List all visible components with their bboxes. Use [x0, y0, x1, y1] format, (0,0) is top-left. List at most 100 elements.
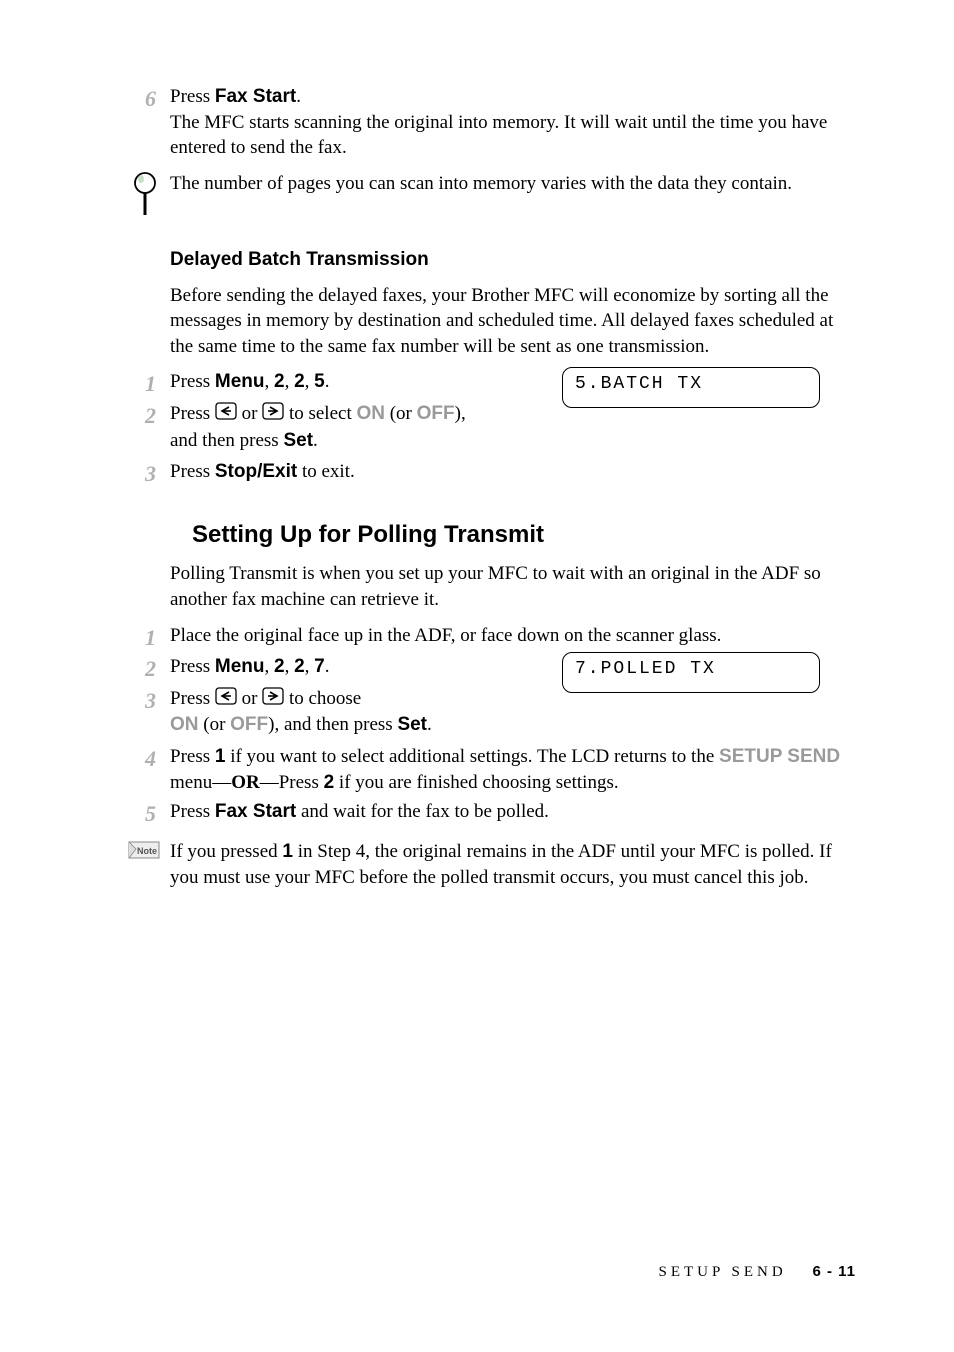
step-number: 1 — [120, 369, 170, 399]
step-number: 2 — [120, 401, 170, 431]
key-1: 1 — [215, 746, 226, 767]
lcd-display-polled: 7.POLLED TX — [562, 652, 820, 692]
fax-start-label: Fax Start — [215, 86, 296, 107]
step-body: Press or to select ON (or OFF), and then… — [170, 401, 550, 453]
lcd-display-batch: 5.BATCH TX — [562, 367, 820, 407]
text: Press — [170, 403, 215, 424]
step-number: 5 — [120, 799, 170, 829]
key-2: 2 — [274, 656, 285, 677]
step-6: 6 Press Fax Start. The MFC starts scanni… — [120, 84, 856, 161]
key-2: 2 — [294, 371, 305, 392]
polling-step-4: 4 Press 1 if you want to select addition… — [120, 744, 856, 795]
text: , — [305, 656, 315, 677]
text: (or — [385, 403, 417, 424]
text: Press — [170, 461, 215, 482]
polling-heading: Setting Up for Polling Transmit — [192, 519, 856, 551]
text: Press — [170, 688, 215, 709]
text: ), and then press — [268, 714, 397, 735]
stop-exit-label: Stop/Exit — [215, 461, 297, 482]
footer-page: 6 - 11 — [812, 1263, 856, 1280]
text: or — [237, 688, 262, 709]
memory-note: The number of pages you can scan into me… — [120, 171, 856, 217]
polling-note: Note If you pressed 1 in Step 4, the ori… — [120, 839, 856, 890]
fax-start-label: Fax Start — [215, 801, 296, 822]
text: (or — [199, 714, 231, 735]
text: menu— — [170, 772, 231, 793]
step-body: Place the original face up in the ADF, o… — [170, 623, 856, 649]
left-arrow-icon — [215, 687, 237, 713]
or-label: OR — [231, 772, 260, 793]
polling-step-5: 5 Press Fax Start and wait for the fax t… — [120, 799, 856, 829]
note-icon: Note — [120, 839, 170, 863]
text: . — [325, 656, 330, 677]
step-number: 2 — [120, 654, 170, 684]
text: . — [427, 714, 432, 735]
off-label: OFF — [417, 403, 455, 424]
step-body: Press Fax Start. The MFC starts scanning… — [170, 84, 856, 161]
text: If you pressed — [170, 841, 282, 862]
text: Press — [170, 801, 215, 822]
step-number: 3 — [120, 459, 170, 489]
delayed-step-2: 2 Press or to select ON (or OFF), and th… — [120, 401, 856, 453]
step-number: 4 — [120, 744, 170, 774]
text: The MFC starts scanning the original int… — [170, 112, 827, 159]
key-5: 5 — [314, 371, 325, 392]
menu-label: Menu — [215, 656, 265, 677]
text: . — [296, 86, 301, 107]
text: and then press — [170, 430, 283, 451]
set-label: Set — [283, 430, 313, 451]
note-text: The number of pages you can scan into me… — [170, 171, 856, 197]
delayed-batch-heading: Delayed Batch Transmission — [170, 247, 856, 273]
step-body: Press 1 if you want to select additional… — [170, 744, 856, 795]
polling-step-1: 1 Place the original face up in the ADF,… — [120, 623, 856, 653]
menu-label: Menu — [215, 371, 265, 392]
text: . — [313, 430, 318, 451]
key-1: 1 — [282, 841, 293, 862]
page: 6 Press Fax Start. The MFC starts scanni… — [0, 0, 954, 1352]
text: if you want to select additional setting… — [225, 746, 719, 767]
text: , — [264, 656, 274, 677]
set-label: Set — [397, 714, 427, 735]
note-icon-label: Note — [137, 846, 157, 856]
key-2: 2 — [324, 772, 335, 793]
text: Press — [170, 86, 215, 107]
page-footer: SETUP SEND 6 - 11 — [659, 1262, 857, 1282]
polling-intro: Polling Transmit is when you set up your… — [170, 561, 856, 612]
key-2: 2 — [294, 656, 305, 677]
text: if you are finished choosing settings. — [334, 772, 618, 793]
on-label: ON — [356, 403, 385, 424]
text: . — [325, 371, 330, 392]
key-7: 7 — [314, 656, 325, 677]
step-body: Press or to choose ON (or OFF), and then… — [170, 686, 550, 738]
polling-step-3: 3 Press or to choose ON (or OFF), and th… — [120, 686, 856, 738]
on-label: ON — [170, 714, 199, 735]
text: to choose — [284, 688, 361, 709]
footer-section: SETUP SEND — [659, 1264, 787, 1280]
off-label: OFF — [230, 714, 268, 735]
note-text: If you pressed 1 in Step 4, the original… — [170, 839, 856, 890]
text: to select — [284, 403, 356, 424]
text: Press — [170, 371, 215, 392]
setup-send-label: SETUP SEND — [719, 746, 840, 767]
text: and wait for the fax to be polled. — [296, 801, 549, 822]
text: , — [305, 371, 315, 392]
text: , — [285, 371, 295, 392]
right-arrow-icon — [262, 687, 284, 713]
key-2: 2 — [274, 371, 285, 392]
text: to exit. — [297, 461, 355, 482]
text: Press — [170, 656, 215, 677]
magnifier-icon — [120, 171, 170, 217]
text: , — [264, 371, 274, 392]
delayed-intro: Before sending the delayed faxes, your B… — [170, 283, 856, 360]
delayed-step-3: 3 Press Stop/Exit to exit. — [120, 459, 856, 489]
text: , — [285, 656, 295, 677]
text: ), — [455, 403, 466, 424]
step-number: 6 — [120, 84, 170, 114]
text: —Press — [260, 772, 324, 793]
step-body: Press Fax Start and wait for the fax to … — [170, 799, 856, 825]
step-number: 1 — [120, 623, 170, 653]
text: Press — [170, 746, 215, 767]
right-arrow-icon — [262, 402, 284, 428]
left-arrow-icon — [215, 402, 237, 428]
step-body: Press Stop/Exit to exit. — [170, 459, 856, 485]
